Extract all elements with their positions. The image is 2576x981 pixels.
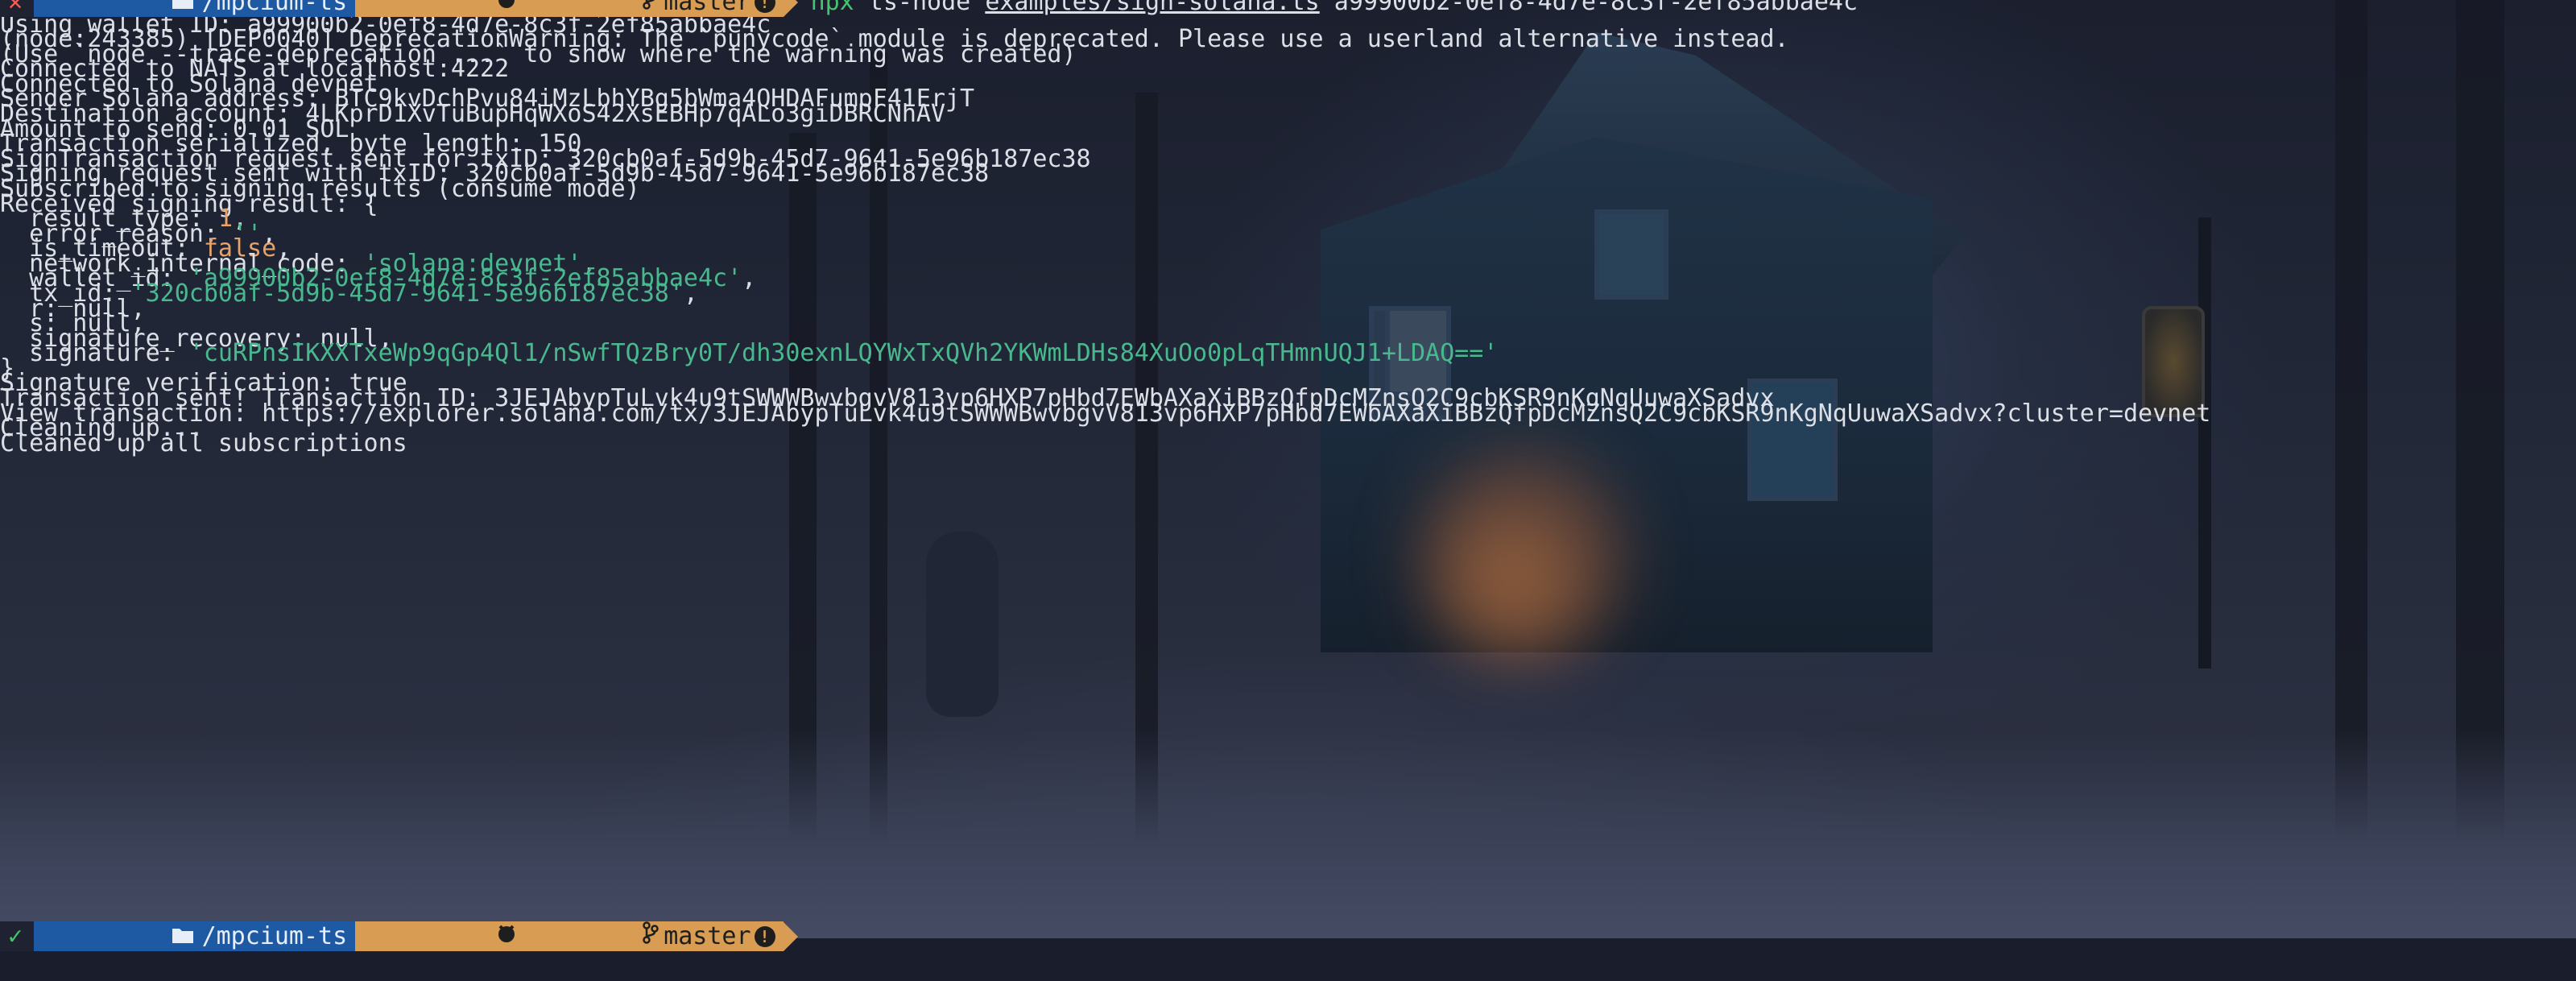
folder-icon [55,892,194,981]
command-runner: ts-node [854,0,986,16]
command-line: npx ts-node examples/sign-solana.ts a999… [798,0,1858,17]
output-line: View transaction: https://explorer.solan… [0,399,2211,428]
git-branch-name: master [664,0,751,16]
status-segment: ✓ [0,921,35,951]
git-segment: master ! [355,0,784,17]
shell-prompt: ✓ /mpcium-ts master ! [0,921,798,951]
result-key: signature: [0,339,189,367]
status-segment: ✕ [0,0,35,17]
success-status-icon: ✓ [8,922,23,950]
directory-segment: /mpcium-ts [34,921,356,951]
error-status-icon: ✕ [8,0,23,16]
result-line: signature: 'cuRPnsIKXXTxeWp9qGp4Ql1/nSwf… [0,338,1498,368]
result-value: '320cb0af-5d9b-45d7-9641-5e96b187ec38' [130,279,684,308]
github-icon [379,0,517,47]
command-program: npx [810,0,854,16]
current-directory: /mpcium-ts [201,922,348,950]
folder-icon [55,0,194,47]
command-script-path: examples/sign-solana.ts [985,0,1320,16]
current-directory: /mpcium-ts [201,0,348,16]
output-line: Cleaned up all subscriptions [0,429,407,457]
dirty-status-icon: ! [754,0,775,13]
command-argument: a99900b2-0ef8-4d7e-8c3f-2ef85abbae4c [1319,0,1859,16]
git-branch-name: master [664,922,751,950]
directory-segment: /mpcium-ts [34,0,356,17]
github-icon [379,892,517,981]
terminal-output: ✕ /mpcium-ts master ! npx ts-node exampl… [0,0,2576,951]
git-segment: master ! [355,921,784,951]
git-branch-icon [527,892,660,981]
dirty-status-icon: ! [754,925,775,947]
git-branch-icon [527,0,660,47]
shell-prompt: ✕ /mpcium-ts master ! npx ts-node exampl… [0,0,1858,17]
result-value: 'cuRPnsIKXXTxeWp9qGp4Ql1/nSwfTQzBry0T/dh… [188,339,1499,367]
